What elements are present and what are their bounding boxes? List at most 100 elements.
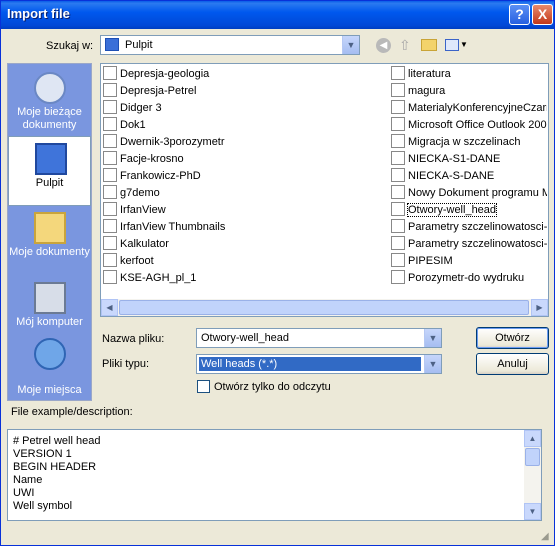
scroll-down-icon[interactable]: ▼ [524,503,541,520]
file-name: Parametry szczelinowatosci-a [408,238,547,250]
close-button[interactable]: X [532,4,553,25]
file-name: PIPESIM [408,255,453,267]
file-icon [103,117,117,131]
up-folder-icon[interactable]: ⇧ [399,37,413,53]
file-item[interactable]: Migracja w szczelinach [391,134,547,151]
place-desktop[interactable]: Pulpit [8,136,91,206]
file-name: Otwory-well_head [406,203,498,217]
file-icon [391,270,405,284]
lookin-combo[interactable]: Pulpit ▼ [100,35,360,55]
desktop-icon [35,143,67,175]
file-icon [103,219,117,233]
file-icon [103,168,117,182]
file-icon [391,185,405,199]
file-name: Depresja-Petrel [120,85,197,97]
filename-value: Otwory-well_head [201,332,290,344]
file-icon [391,236,405,250]
filename-combo[interactable]: Otwory-well_head ▼ [196,328,442,348]
readonly-checkbox[interactable] [197,380,210,393]
filetype-label: Pliki typu: [102,358,150,370]
file-item[interactable]: Depresja-geologia [103,66,385,83]
file-icon [103,253,117,267]
places-bar: Moje bieżące dokumenty Pulpit Moje dokum… [7,63,92,401]
file-item[interactable]: Otwory-well_head [391,202,547,219]
file-icon [103,151,117,165]
file-item[interactable]: literatura [391,66,547,83]
file-icon [391,168,405,182]
file-name: Dok1 [120,119,146,131]
file-item[interactable]: IrfanView [103,202,385,219]
place-label: Mój komputer [16,316,83,328]
scroll-right-icon[interactable]: ▶ [531,299,548,316]
file-item[interactable]: Parametry szczelinowatosci-a [391,236,547,253]
file-icon [103,83,117,97]
horizontal-scrollbar[interactable]: ◀ ▶ [101,299,548,316]
file-item[interactable]: KSE-AGH_pl_1 [103,270,385,287]
file-name: Kalkulator [120,238,169,250]
view-dropdown-icon[interactable]: ▼ [460,40,468,49]
file-item[interactable]: Depresja-Petrel [103,83,385,100]
place-label: Pulpit [35,177,64,189]
file-item[interactable]: g7demo [103,185,385,202]
description-line: BEGIN HEADER [13,461,97,473]
filetype-combo[interactable]: Well heads (*.*) ▼ [196,354,442,374]
file-name: IrfanView Thumbnails [120,221,226,233]
back-icon[interactable]: ◀ [376,38,391,53]
file-item[interactable]: IrfanView Thumbnails [103,219,385,236]
file-item[interactable]: Frankowicz-PhD [103,168,385,185]
cancel-button[interactable]: Anuluj [476,353,549,375]
file-item[interactable]: Facje-krosno [103,151,385,168]
file-item[interactable]: magura [391,83,547,100]
file-item[interactable]: Dwernik-3porozymetr [103,134,385,151]
chevron-down-icon[interactable]: ▼ [424,355,441,373]
vertical-scrollbar[interactable]: ▲ ▼ [524,430,541,520]
file-name: magura [408,85,446,97]
file-list[interactable]: Depresja-geologia Depresja-Petrel Didger 3… [100,63,549,317]
file-item[interactable]: Porozymetr-do wydruku [391,270,547,287]
file-name: Facje-krosno [120,153,184,165]
import-file-dialog: Import file ? X Szukaj w: Pulpit ▼ ◀ ⇧ ▼… [0,0,555,546]
file-item[interactable]: Parametry szczelinowatosci-a [391,219,547,236]
title-bar[interactable]: Import file ? X [1,1,554,29]
scroll-thumb[interactable] [119,300,529,315]
place-recent[interactable]: Moje bieżące dokumenty [8,66,91,136]
resize-grip-icon[interactable]: ◢ [541,531,549,542]
file-item[interactable]: kerfoot [103,253,385,270]
scroll-up-icon[interactable]: ▲ [524,430,541,447]
file-icon [103,100,117,114]
file-item[interactable]: Microsoft Office Outlook 200 [391,117,547,134]
scroll-left-icon[interactable]: ◀ [101,299,118,316]
file-name: Porozymetr-do wydruku [408,272,525,284]
file-icon [391,219,405,233]
file-item[interactable]: Dok1 [103,117,385,134]
view-menu-icon[interactable] [445,39,459,51]
file-item[interactable]: Didger 3 [103,100,385,117]
file-icon [103,202,117,216]
file-name: Depresja-geologia [120,68,210,80]
file-item[interactable]: NIECKA-S1-DANE [391,151,547,168]
my-documents-icon [34,212,66,244]
file-name: NIECKA-S-DANE [408,170,495,182]
file-item[interactable]: Kalkulator [103,236,385,253]
place-my-documents[interactable]: Moje dokumenty [8,206,91,276]
file-name: MaterialyKonferencyjneCzarr [408,102,547,114]
description-box[interactable]: # Petrel well head VERSION 1 BEGIN HEADE… [7,429,542,521]
file-name: IrfanView [120,204,166,216]
help-button[interactable]: ? [509,4,530,25]
place-network[interactable]: Moje miejsca [8,332,91,402]
file-item[interactable]: Nowy Dokument programu M [391,185,547,202]
open-button[interactable]: Otwórz [476,327,549,349]
file-item[interactable]: NIECKA-S-DANE [391,168,547,185]
network-places-icon [34,338,66,370]
file-item[interactable]: MaterialyKonferencyjneCzarr [391,100,547,117]
scroll-thumb[interactable] [525,448,540,466]
file-icon [103,270,117,284]
file-item[interactable]: PIPESIM [391,253,547,270]
file-icon [391,202,405,216]
new-folder-icon[interactable] [421,39,437,51]
chevron-down-icon[interactable]: ▼ [342,36,359,54]
description-line: # Petrel well head [13,435,101,447]
chevron-down-icon[interactable]: ▼ [424,329,441,347]
my-computer-icon [34,282,66,314]
file-icon [103,185,117,199]
